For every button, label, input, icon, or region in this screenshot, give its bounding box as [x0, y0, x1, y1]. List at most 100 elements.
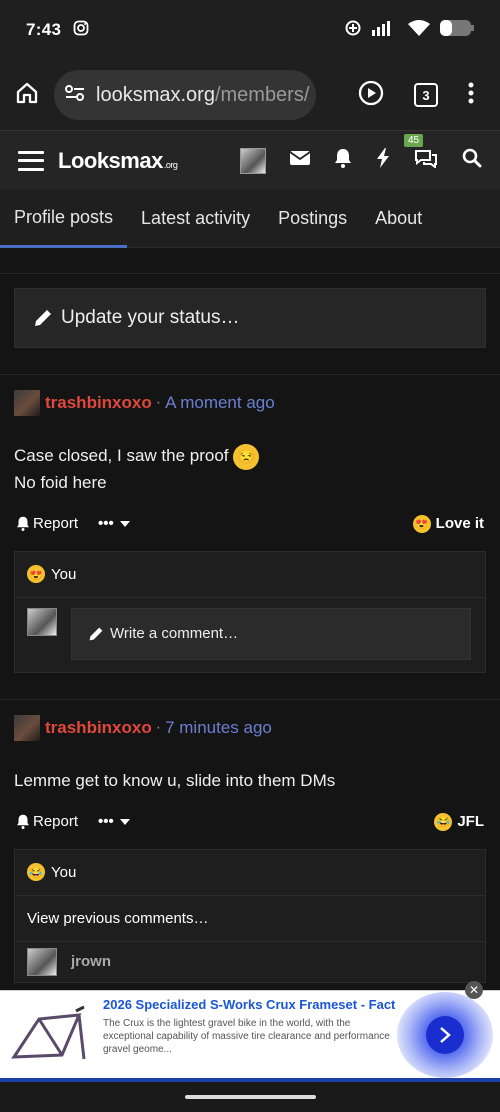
wifi-icon: [408, 19, 430, 41]
bell-icon: [17, 516, 29, 531]
profile-tabs: Profile posts Latest activity Postings A…: [0, 190, 500, 248]
update-status-button[interactable]: Update your status…: [14, 288, 486, 348]
tab-about[interactable]: About: [361, 190, 436, 248]
signal-icon: [372, 20, 398, 41]
post-actions: Report ••• 😂 JFL: [0, 807, 500, 837]
chat-bubbles-icon: [415, 150, 437, 169]
comment-composer: Write a comment…: [15, 598, 485, 672]
comment-username[interactable]: jrown: [71, 953, 111, 970]
report-label: Report: [33, 515, 79, 532]
heart-eyes-emoji-icon: 😍: [412, 514, 431, 533]
tab-profile-posts[interactable]: Profile posts: [0, 190, 128, 248]
post-body: Case closed, I saw the proof 😒 No foid h…: [0, 443, 500, 495]
play-icon[interactable]: [358, 80, 384, 111]
avatar[interactable]: [14, 390, 40, 416]
post-username[interactable]: trashbinxoxo: [45, 393, 152, 413]
home-gesture-bar[interactable]: [185, 1095, 316, 1099]
tab-postings[interactable]: Postings: [264, 190, 361, 248]
report-button[interactable]: Report: [16, 813, 78, 830]
post-text-line: Lemme get to know u, slide into them DMs: [14, 770, 336, 790]
avatar[interactable]: [14, 714, 40, 741]
url-path: /members/: [214, 83, 310, 106]
logo-suffix: .org: [163, 159, 178, 170]
site-header: Looksmax.org 45: [0, 130, 500, 190]
status-time: 7:43: [26, 20, 62, 39]
data-saver-icon: [344, 19, 362, 42]
ad-title[interactable]: 2026 Specialized S-Works Crux Frameset -…: [103, 997, 395, 1012]
profile-posts-feed: Update your status… trashbinxoxo · A mom…: [0, 248, 500, 990]
separator-dot: ·: [155, 394, 162, 411]
pencil-icon: [35, 310, 51, 326]
reaction-label: Love it: [435, 515, 484, 532]
reacted-by: You: [51, 565, 77, 583]
laughing-tears-emoji-icon: 😂: [27, 863, 45, 881]
menu-icon[interactable]: [18, 150, 44, 171]
reactions-summary[interactable]: 😍 You: [15, 552, 485, 598]
comment-row: jrown: [15, 942, 485, 982]
reacted-by: You: [51, 863, 77, 881]
avatar: [27, 607, 57, 636]
divider: [0, 248, 500, 274]
unamused-emoji-icon: 😒: [233, 443, 260, 470]
profile-post: trashbinxoxo · A moment ago Case closed,…: [0, 374, 500, 673]
separator-dot: ·: [155, 718, 162, 736]
chevron-right-icon: [440, 1027, 451, 1043]
tab-latest-activity[interactable]: Latest activity: [127, 190, 264, 248]
site-settings-icon[interactable]: [64, 83, 86, 108]
ad-close-button[interactable]: ✕: [465, 981, 483, 999]
ellipsis-icon: •••: [98, 813, 114, 830]
profile-post: trashbinxoxo · 7 minutes ago Lemme get t…: [0, 698, 500, 983]
url-host: looksmax.org: [96, 83, 215, 106]
system-status-bar: 7:43: [0, 0, 500, 60]
tab-switcher-button[interactable]: 3: [414, 83, 438, 107]
chevron-down-icon: [119, 520, 130, 527]
heart-eyes-emoji-icon: 😍: [27, 565, 45, 583]
pencil-icon: [89, 627, 103, 640]
url-text: looksmax.org/members/: [96, 84, 309, 107]
bell-icon: [17, 814, 29, 829]
comments-box: 😂 You View previous comments… jrown: [14, 848, 486, 983]
post-actions: Report ••• 😍 Love it: [0, 509, 500, 539]
comment-placeholder: Write a comment…: [110, 625, 239, 642]
avatar[interactable]: [27, 947, 57, 976]
search-icon[interactable]: [462, 148, 482, 173]
home-icon[interactable]: [14, 80, 40, 111]
more-menu-icon[interactable]: [468, 82, 474, 109]
more-options-button[interactable]: •••: [98, 813, 130, 830]
address-bar[interactable]: looksmax.org/members/: [54, 70, 316, 120]
report-label: Report: [33, 813, 79, 830]
reaction-button[interactable]: 😍 Love it: [412, 514, 484, 533]
post-username[interactable]: trashbinxoxo: [45, 718, 152, 738]
browser-toolbar: looksmax.org/members/ 3: [0, 60, 500, 130]
reaction-label: JFL: [457, 813, 484, 830]
site-logo[interactable]: Looksmax.org: [58, 147, 178, 174]
envelope-icon[interactable]: [289, 150, 311, 171]
view-previous-comments-link[interactable]: View previous comments…: [15, 896, 485, 942]
chevron-down-icon: [119, 818, 130, 825]
logo-text: Looksmax: [58, 147, 163, 173]
reaction-button[interactable]: 😂 JFL: [434, 812, 484, 831]
account-avatar[interactable]: [240, 147, 266, 174]
more-options-button[interactable]: •••: [98, 515, 130, 532]
post-body: Lemme get to know u, slide into them DMs: [0, 768, 500, 793]
bike-frame-image: [4, 997, 94, 1073]
bell-icon[interactable]: [334, 148, 352, 173]
ellipsis-icon: •••: [98, 515, 114, 532]
ad-open-button[interactable]: [426, 1016, 464, 1054]
post-text-line: No foid here: [14, 472, 107, 492]
laughing-tears-emoji-icon: 😂: [434, 812, 453, 831]
post-timestamp[interactable]: A moment ago: [165, 393, 275, 413]
instagram-icon: [73, 20, 89, 41]
notification-badge: 45: [404, 134, 424, 147]
report-button[interactable]: Report: [16, 515, 78, 532]
ad-description: The Crux is the lightest gravel bike in …: [103, 1018, 390, 1055]
comment-input[interactable]: Write a comment…: [71, 607, 471, 660]
update-status-label: Update your status…: [61, 307, 240, 328]
reactions-summary[interactable]: 😂 You: [15, 850, 485, 896]
lightning-icon[interactable]: [376, 148, 390, 173]
post-timestamp[interactable]: 7 minutes ago: [165, 718, 272, 738]
whats-new-button[interactable]: 45: [404, 134, 438, 173]
post-text-line: Case closed, I saw the proof: [14, 446, 229, 465]
battery-icon: [440, 19, 474, 41]
comments-box: 😍 You Write a comment…: [14, 550, 486, 673]
